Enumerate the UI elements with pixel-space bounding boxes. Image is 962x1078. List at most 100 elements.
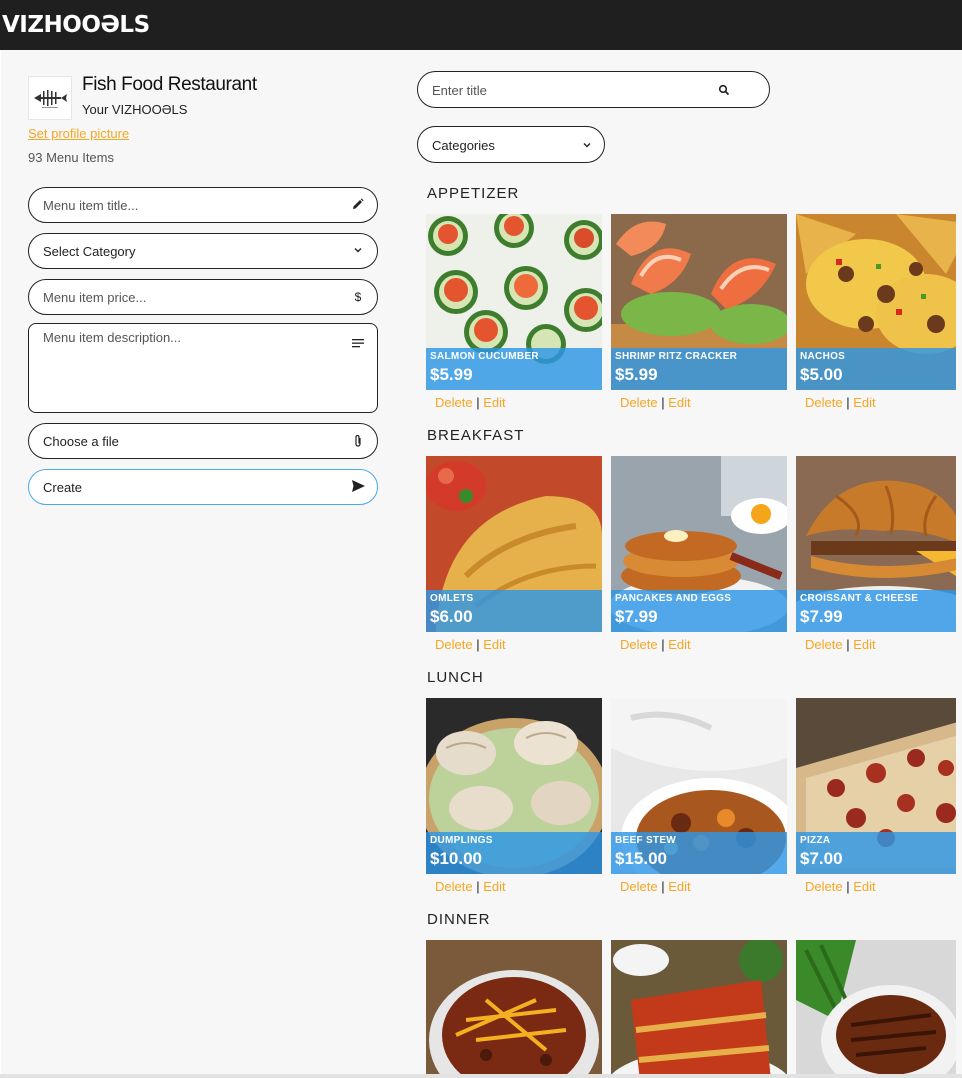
delete-link[interactable]: Delete (805, 395, 843, 410)
menu-card-pancakes-and-eggs[interactable]: PANCAKES AND EGGS $7.99 (611, 456, 787, 632)
restaurant-subtitle: Your VIZHOOƏLS (82, 102, 188, 117)
action-separator: | (476, 879, 480, 894)
menu-card-dinner-pork-chop[interactable] (796, 940, 956, 1074)
card-actions: Delete | Edit (435, 637, 506, 652)
menu-item-price-input[interactable]: Menu item price... $ (28, 279, 378, 315)
menu-item-description-textarea[interactable]: Menu item description... (28, 323, 378, 413)
create-button[interactable]: Create (28, 469, 378, 505)
card-actions: Delete | Edit (805, 637, 876, 652)
menu-item-price: $6.00 (430, 607, 473, 626)
price-placeholder: Menu item price... (43, 290, 147, 305)
menu-card-omlets[interactable]: OMLETS $6.00 (426, 456, 602, 632)
delete-link[interactable]: Delete (805, 637, 843, 652)
delete-link[interactable]: Delete (620, 637, 658, 652)
chevron-down-icon (351, 244, 365, 258)
card-actions: Delete | Edit (435, 395, 506, 410)
delete-link[interactable]: Delete (620, 395, 658, 410)
menu-card-dumplings[interactable]: DUMPLINGS $10.00 (426, 698, 602, 874)
menu-item-name: PIZZA (800, 835, 831, 846)
dollar-icon: $ (354, 290, 362, 304)
menu-card-pizza[interactable]: PIZZA $7.00 (796, 698, 956, 874)
notes-icon (351, 337, 365, 351)
restaurant-name: Fish Food Restaurant (82, 74, 257, 95)
menu-item-price: $5.00 (800, 365, 843, 384)
pencil-icon (351, 198, 365, 212)
action-separator: | (846, 637, 850, 652)
menu-item-price: $5.99 (615, 365, 658, 384)
create-label: Create (43, 480, 83, 495)
menu-item-name: DUMPLINGS (430, 835, 493, 846)
section-title-appetizer: APPETIZER (427, 185, 520, 202)
chili-photo (426, 940, 602, 1074)
search-placeholder: Enter title (432, 83, 487, 98)
card-actions: Delete | Edit (620, 637, 691, 652)
menu-item-name: PANCAKES AND EGGS (615, 593, 732, 604)
menu-item-price: $15.00 (615, 849, 667, 868)
menu-item-price: $7.00 (800, 849, 843, 868)
menu-item-name: SHRIMP RITZ CRACKER (615, 351, 738, 362)
card-actions: Delete | Edit (805, 395, 876, 410)
fish-logo-icon (34, 90, 67, 108)
menu-item-name: SALMON CUCUMBER (430, 351, 539, 362)
menu-card-dinner-lasagna[interactable] (611, 940, 787, 1074)
menu-card-beef-stew[interactable]: BEEF STEW $15.00 (611, 698, 787, 874)
section-title-lunch: LUNCH (427, 669, 484, 686)
menu-item-title-input[interactable]: Menu item title... (28, 187, 378, 223)
categories-label: Categories (432, 138, 495, 153)
action-separator: | (661, 879, 665, 894)
set-profile-picture-link[interactable]: Set profile picture (28, 126, 129, 141)
edit-link[interactable]: Edit (483, 879, 505, 894)
menu-card-nachos[interactable]: NACHOS $5.00 (796, 214, 956, 390)
menu-item-name: CROISSANT & CHEESE (800, 593, 919, 604)
edit-link[interactable]: Edit (483, 637, 505, 652)
restaurant-logo (28, 76, 72, 120)
card-actions: Delete | Edit (805, 879, 876, 894)
delete-link[interactable]: Delete (435, 879, 473, 894)
delete-link[interactable]: Delete (805, 879, 843, 894)
menu-item-name: OMLETS (430, 593, 474, 604)
menu-card-shrimp-ritz-cracker[interactable]: SHRIMP RITZ CRACKER $5.99 (611, 214, 787, 390)
edit-link[interactable]: Edit (483, 395, 505, 410)
card-actions: Delete | Edit (620, 879, 691, 894)
menu-item-name: NACHOS (800, 351, 846, 362)
search-input[interactable]: Enter title (417, 71, 770, 108)
card-actions: Delete | Edit (620, 395, 691, 410)
delete-link[interactable]: Delete (620, 879, 658, 894)
menu-card-dinner-chili[interactable] (426, 940, 602, 1074)
lasagna-photo (611, 940, 787, 1074)
menu-item-count: 93 Menu Items (28, 150, 114, 165)
card-actions: Delete | Edit (435, 879, 506, 894)
send-icon (351, 480, 365, 494)
action-separator: | (661, 395, 665, 410)
pork-chop-photo (796, 940, 956, 1074)
edit-link[interactable]: Edit (853, 395, 875, 410)
action-separator: | (476, 637, 480, 652)
menu-card-salmon-cucumber[interactable]: SALMON CUCUMBER $5.99 (426, 214, 602, 390)
menu-card-croissant-and-cheese[interactable]: CROISSANT & CHEESE $7.99 (796, 456, 956, 632)
delete-link[interactable]: Delete (435, 637, 473, 652)
chevron-down-icon (583, 143, 591, 148)
action-separator: | (476, 395, 480, 410)
brand-logo[interactable]: VIZHOOƏLS (2, 12, 150, 38)
action-separator: | (846, 879, 850, 894)
edit-link[interactable]: Edit (668, 637, 690, 652)
action-separator: | (846, 395, 850, 410)
menu-item-price: $7.99 (615, 607, 658, 626)
description-placeholder: Menu item description... (43, 330, 182, 345)
delete-link[interactable]: Delete (435, 395, 473, 410)
select-category-dropdown[interactable]: Select Category (28, 233, 378, 269)
section-title-dinner: DINNER (427, 911, 491, 928)
file-label: Choose a file (43, 434, 119, 449)
edit-link[interactable]: Edit (668, 395, 690, 410)
title-placeholder: Menu item title... (43, 198, 139, 213)
edit-link[interactable]: Edit (853, 879, 875, 894)
edit-link[interactable]: Edit (853, 637, 875, 652)
edit-link[interactable]: Edit (668, 879, 690, 894)
choose-file-input[interactable]: Choose a file (28, 423, 378, 459)
search-icon[interactable] (718, 84, 730, 96)
paperclip-icon (351, 434, 365, 448)
menu-item-name: BEEF STEW (615, 835, 677, 846)
categories-dropdown[interactable]: Categories (417, 126, 605, 163)
menu-item-price: $5.99 (430, 365, 473, 384)
menu-item-price: $7.99 (800, 607, 843, 626)
